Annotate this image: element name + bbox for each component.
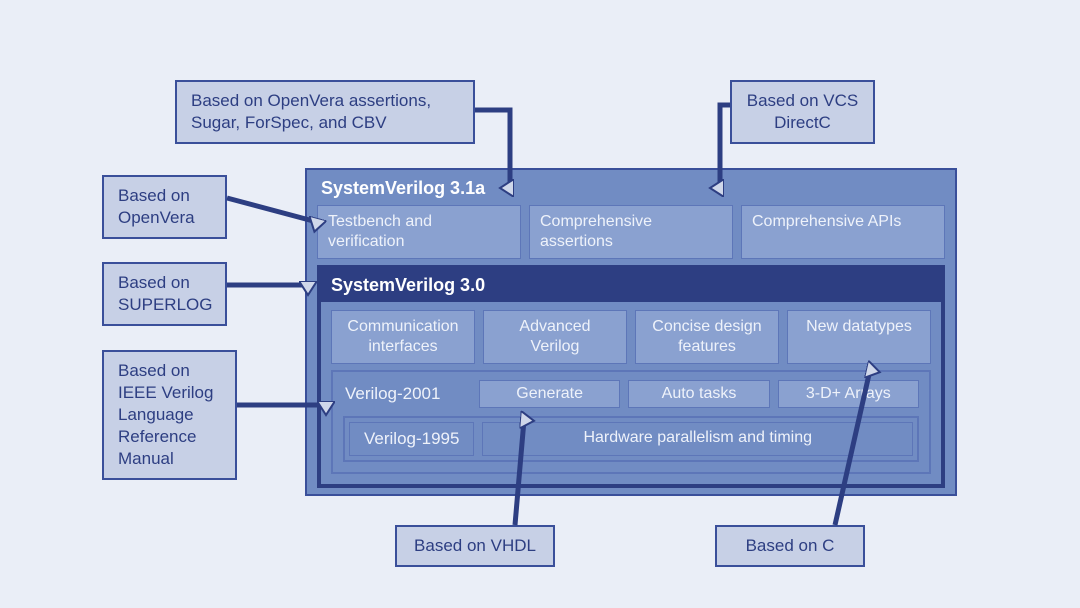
feature-testbench: Testbench and verification [317, 205, 521, 259]
callout-openvera-assertions: Based on OpenVera assertions, Sugar, For… [175, 80, 475, 144]
verilog-2001-box: Verilog-2001 Generate Auto tasks 3-D+ Ar… [331, 370, 931, 474]
feature-new-datatypes: New datatypes [787, 310, 931, 364]
callout-vcs-directc: Based on VCS DirectC [730, 80, 875, 144]
callout-c: Based on C [715, 525, 865, 567]
feature-concise-design: Concise design features [635, 310, 779, 364]
tag-3d-arrays: 3-D+ Arrays [778, 380, 919, 408]
sv30-features: Communication interfaces Advanced Verilo… [331, 310, 931, 364]
sv31a-features: Testbench and verification Comprehensive… [317, 205, 945, 259]
tag-auto-tasks: Auto tasks [628, 380, 769, 408]
tag-generate: Generate [479, 380, 620, 408]
systemverilog-31a-box: SystemVerilog 3.1a Testbench and verific… [305, 168, 957, 496]
feature-comm-interfaces: Communication interfaces [331, 310, 475, 364]
feature-advanced-verilog: Advanced Verilog [483, 310, 627, 364]
v1995-desc: Hardware parallelism and timing [482, 422, 913, 456]
verilog-1995-box: Verilog-1995 Hardware parallelism and ti… [343, 416, 919, 462]
callout-vhdl: Based on VHDL [395, 525, 555, 567]
v2001-title: Verilog-2001 [343, 380, 471, 408]
callout-ieee-verilog: Based on IEEE Verilog Language Reference… [102, 350, 237, 480]
feature-assertions: Comprehensive assertions [529, 205, 733, 259]
feature-apis: Comprehensive APIs [741, 205, 945, 259]
callout-openvera: Based on OpenVera [102, 175, 227, 239]
sv31a-title: SystemVerilog 3.1a [317, 176, 945, 205]
callout-superlog: Based on SUPERLOG [102, 262, 227, 326]
v1995-title: Verilog-1995 [349, 422, 474, 456]
systemverilog-30-box: SystemVerilog 3.0 Communication interfac… [317, 265, 945, 488]
sv30-title: SystemVerilog 3.0 [321, 269, 941, 302]
